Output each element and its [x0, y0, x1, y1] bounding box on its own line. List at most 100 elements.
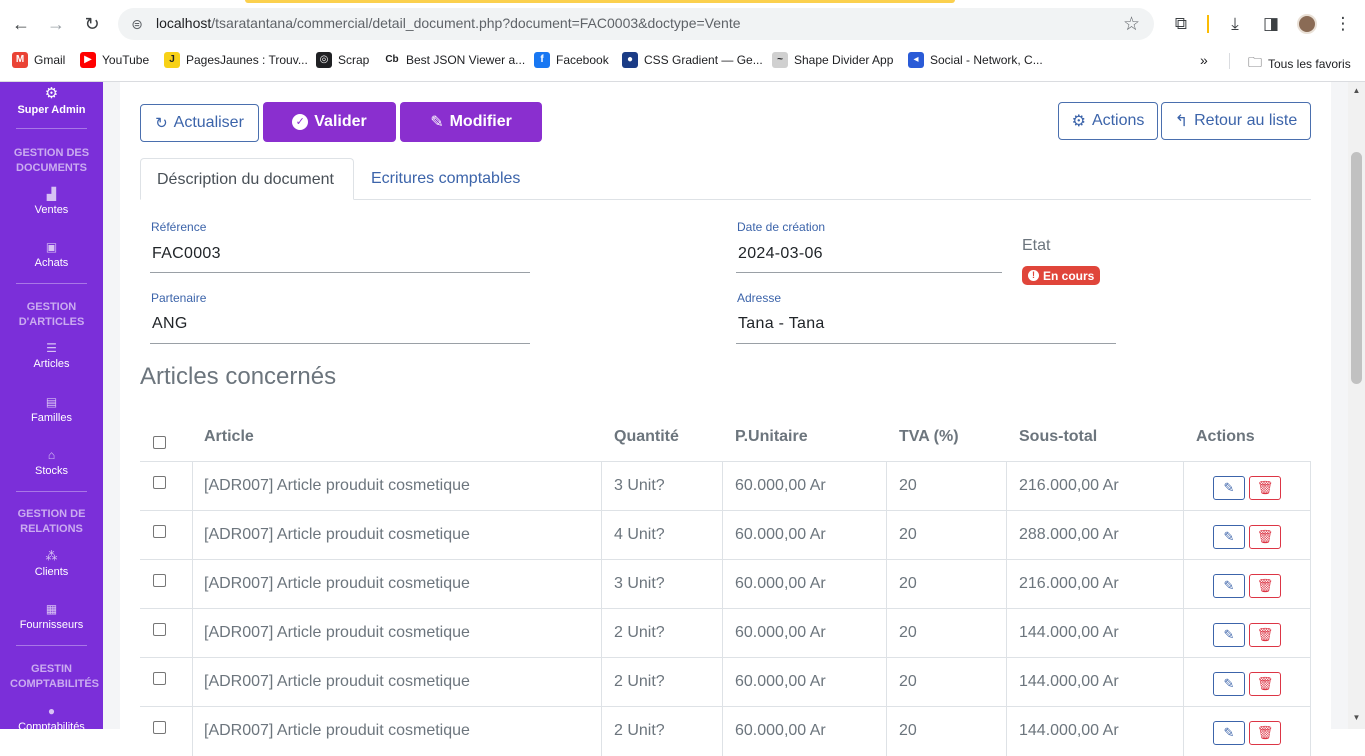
delete-row-button[interactable]: 🗑	[1249, 476, 1281, 500]
scrollbar-thumb[interactable]	[1351, 152, 1362, 384]
row-checkbox[interactable]	[153, 672, 166, 685]
forward-arrow-icon[interactable]: →	[44, 12, 68, 36]
url-path: /tsaratantana/commercial/detail_document…	[211, 15, 741, 31]
sidebar-item-label: Stocks	[34, 465, 68, 477]
refresh-button[interactable]: ↻ Actualiser	[140, 104, 259, 142]
cell-subtotal: 144.000,00 Ar	[1019, 673, 1119, 690]
address-field[interactable]: Tana - Tana	[738, 315, 825, 333]
row-checkbox[interactable]	[153, 476, 166, 489]
row-checkbox[interactable]	[153, 574, 166, 587]
cell-subtotal: 144.000,00 Ar	[1019, 722, 1119, 739]
bookmark-star-icon[interactable]: ☆	[1123, 13, 1140, 36]
sidebar-item-achats[interactable]: ▣ Achats	[0, 240, 103, 269]
column-header-article[interactable]: Article	[204, 428, 254, 446]
profile-avatar[interactable]	[1297, 14, 1317, 34]
edit-row-button[interactable]: ✎	[1213, 623, 1245, 647]
sidebar-item-ventes[interactable]: ▟ Ventes	[0, 187, 103, 216]
sidebar-item-familles[interactable]: ▤ Familles	[0, 395, 103, 424]
bookmark-facebook[interactable]: f Facebook	[534, 52, 609, 68]
bookmark-globe[interactable]: ◎ Scrap	[316, 52, 369, 68]
bookmark-cssgradient[interactable]: ● CSS Gradient — Ge...	[622, 52, 763, 68]
cell-border	[1310, 609, 1311, 658]
sidebar-item-articles[interactable]: ☰ Articles	[0, 341, 103, 370]
column-header-prix-unitaire[interactable]: P.Unitaire	[735, 428, 808, 446]
edit-button[interactable]: ✎ Modifier	[400, 102, 542, 142]
cell-border	[1183, 560, 1184, 609]
site-info-icon[interactable]: ⊜	[128, 15, 146, 33]
sidebar-item-label: Familles	[31, 412, 72, 424]
bookmark-cb[interactable]: Cb Best JSON Viewer a...	[384, 52, 525, 68]
bookmark-label: Facebook	[556, 53, 609, 67]
delete-row-button[interactable]: 🗑	[1249, 672, 1281, 696]
refresh-icon: ↻	[155, 115, 168, 132]
sidebar-item-clients[interactable]: ⁂ Clients	[0, 549, 103, 578]
sidebar-item-label: Articles	[33, 358, 70, 370]
column-header-quantite[interactable]: Quantité	[614, 428, 679, 446]
back-arrow-icon[interactable]: ←	[9, 12, 33, 36]
cell-border	[192, 658, 193, 707]
cell-tva: 20	[899, 722, 917, 739]
return-arrow-icon: ↰	[1174, 113, 1189, 130]
cell-border	[886, 658, 887, 707]
date-field[interactable]: 2024-03-06	[738, 245, 823, 263]
sidebar-item-fournisseurs[interactable]: ▦ Fournisseurs	[0, 602, 103, 631]
partner-field[interactable]: ANG	[152, 315, 188, 333]
tab-description[interactable]: Déscription du document	[140, 158, 354, 200]
cell-unit-price: 60.000,00 Ar	[735, 526, 826, 543]
actions-button[interactable]: ⚙ Actions	[1058, 102, 1158, 140]
cell-border	[192, 560, 193, 609]
cell-border	[1006, 462, 1007, 511]
bookmark-gmail[interactable]: M Gmail	[12, 52, 65, 68]
column-header-sous-total[interactable]: Sous-total	[1019, 428, 1097, 446]
edit-row-button[interactable]: ✎	[1213, 525, 1245, 549]
document-tabs: Déscription du document Ecritures compta…	[140, 158, 1311, 200]
address-bar[interactable]: ⊜ localhost/tsaratantana/commercial/deta…	[118, 8, 1154, 40]
download-icon[interactable]: ⤓	[1223, 12, 1247, 36]
column-header-tva[interactable]: TVA (%)	[899, 428, 959, 446]
cell-subtotal: 144.000,00 Ar	[1019, 624, 1119, 641]
edit-row-button[interactable]: ✎	[1213, 476, 1245, 500]
address-label: Adresse	[737, 291, 782, 305]
cell-border	[1006, 560, 1007, 609]
cell-qty: 2 Unit?	[614, 673, 665, 690]
delete-row-button[interactable]: 🗑	[1249, 721, 1281, 745]
scroll-down-icon[interactable]: ▼	[1351, 713, 1362, 722]
bookmark-pagesjaunes[interactable]: J PagesJaunes : Trouv...	[164, 52, 308, 68]
cell-qty: 2 Unit?	[614, 722, 665, 739]
row-checkbox[interactable]	[153, 525, 166, 538]
reference-field[interactable]: FAC0003	[152, 245, 221, 263]
more-bookmarks-icon[interactable]: »	[1200, 52, 1208, 68]
tab-ecritures[interactable]: Ecritures comptables	[355, 158, 536, 200]
bookmark-shape[interactable]: ~ Shape Divider App	[772, 52, 893, 68]
bookmark-social[interactable]: ◂ Social - Network, C...	[908, 52, 1043, 68]
all-bookmarks[interactable]: 🗀 Tous les favoris	[1248, 52, 1351, 76]
select-all-checkbox[interactable]	[153, 436, 166, 449]
edit-row-button[interactable]: ✎	[1213, 721, 1245, 745]
cell-border	[192, 707, 193, 756]
cell-unit-price: 60.000,00 Ar	[735, 673, 826, 690]
delete-row-button[interactable]: 🗑	[1249, 623, 1281, 647]
reload-icon[interactable]: ↻	[80, 12, 104, 36]
extensions-icon[interactable]: ⧉	[1169, 12, 1193, 36]
back-to-list-button[interactable]: ↰ Retour au liste	[1161, 102, 1311, 140]
menu-dots-icon[interactable]: ⋮	[1331, 12, 1355, 36]
user-profile[interactable]: ⚙ Super Admin	[0, 86, 103, 117]
bookmark-youtube[interactable]: ▶ YouTube	[80, 52, 149, 68]
cell-border	[601, 609, 602, 658]
delete-row-button[interactable]: 🗑	[1249, 574, 1281, 598]
edit-icon: ✎	[430, 114, 444, 131]
edit-row-button[interactable]: ✎	[1213, 672, 1245, 696]
scroll-up-icon[interactable]: ▲	[1351, 86, 1362, 95]
edit-row-button[interactable]: ✎	[1213, 574, 1245, 598]
validate-button[interactable]: ✓ Valider	[263, 102, 396, 142]
row-checkbox[interactable]	[153, 623, 166, 636]
delete-row-button[interactable]: 🗑	[1249, 525, 1281, 549]
cell-border	[1183, 609, 1184, 658]
facebook-icon: f	[534, 52, 550, 68]
bookmarks-divider	[1229, 53, 1230, 69]
sidebar-item-stocks[interactable]: ⌂ Stocks	[0, 448, 103, 477]
bookmarks-bar: M Gmail ▶ YouTube J PagesJaunes : Trouv... ◎ Sc…	[0, 48, 1365, 74]
row-checkbox[interactable]	[153, 721, 166, 734]
sidepanel-icon[interactable]: ◨	[1259, 12, 1283, 36]
articles-section-title: Articles concernés	[140, 363, 337, 390]
